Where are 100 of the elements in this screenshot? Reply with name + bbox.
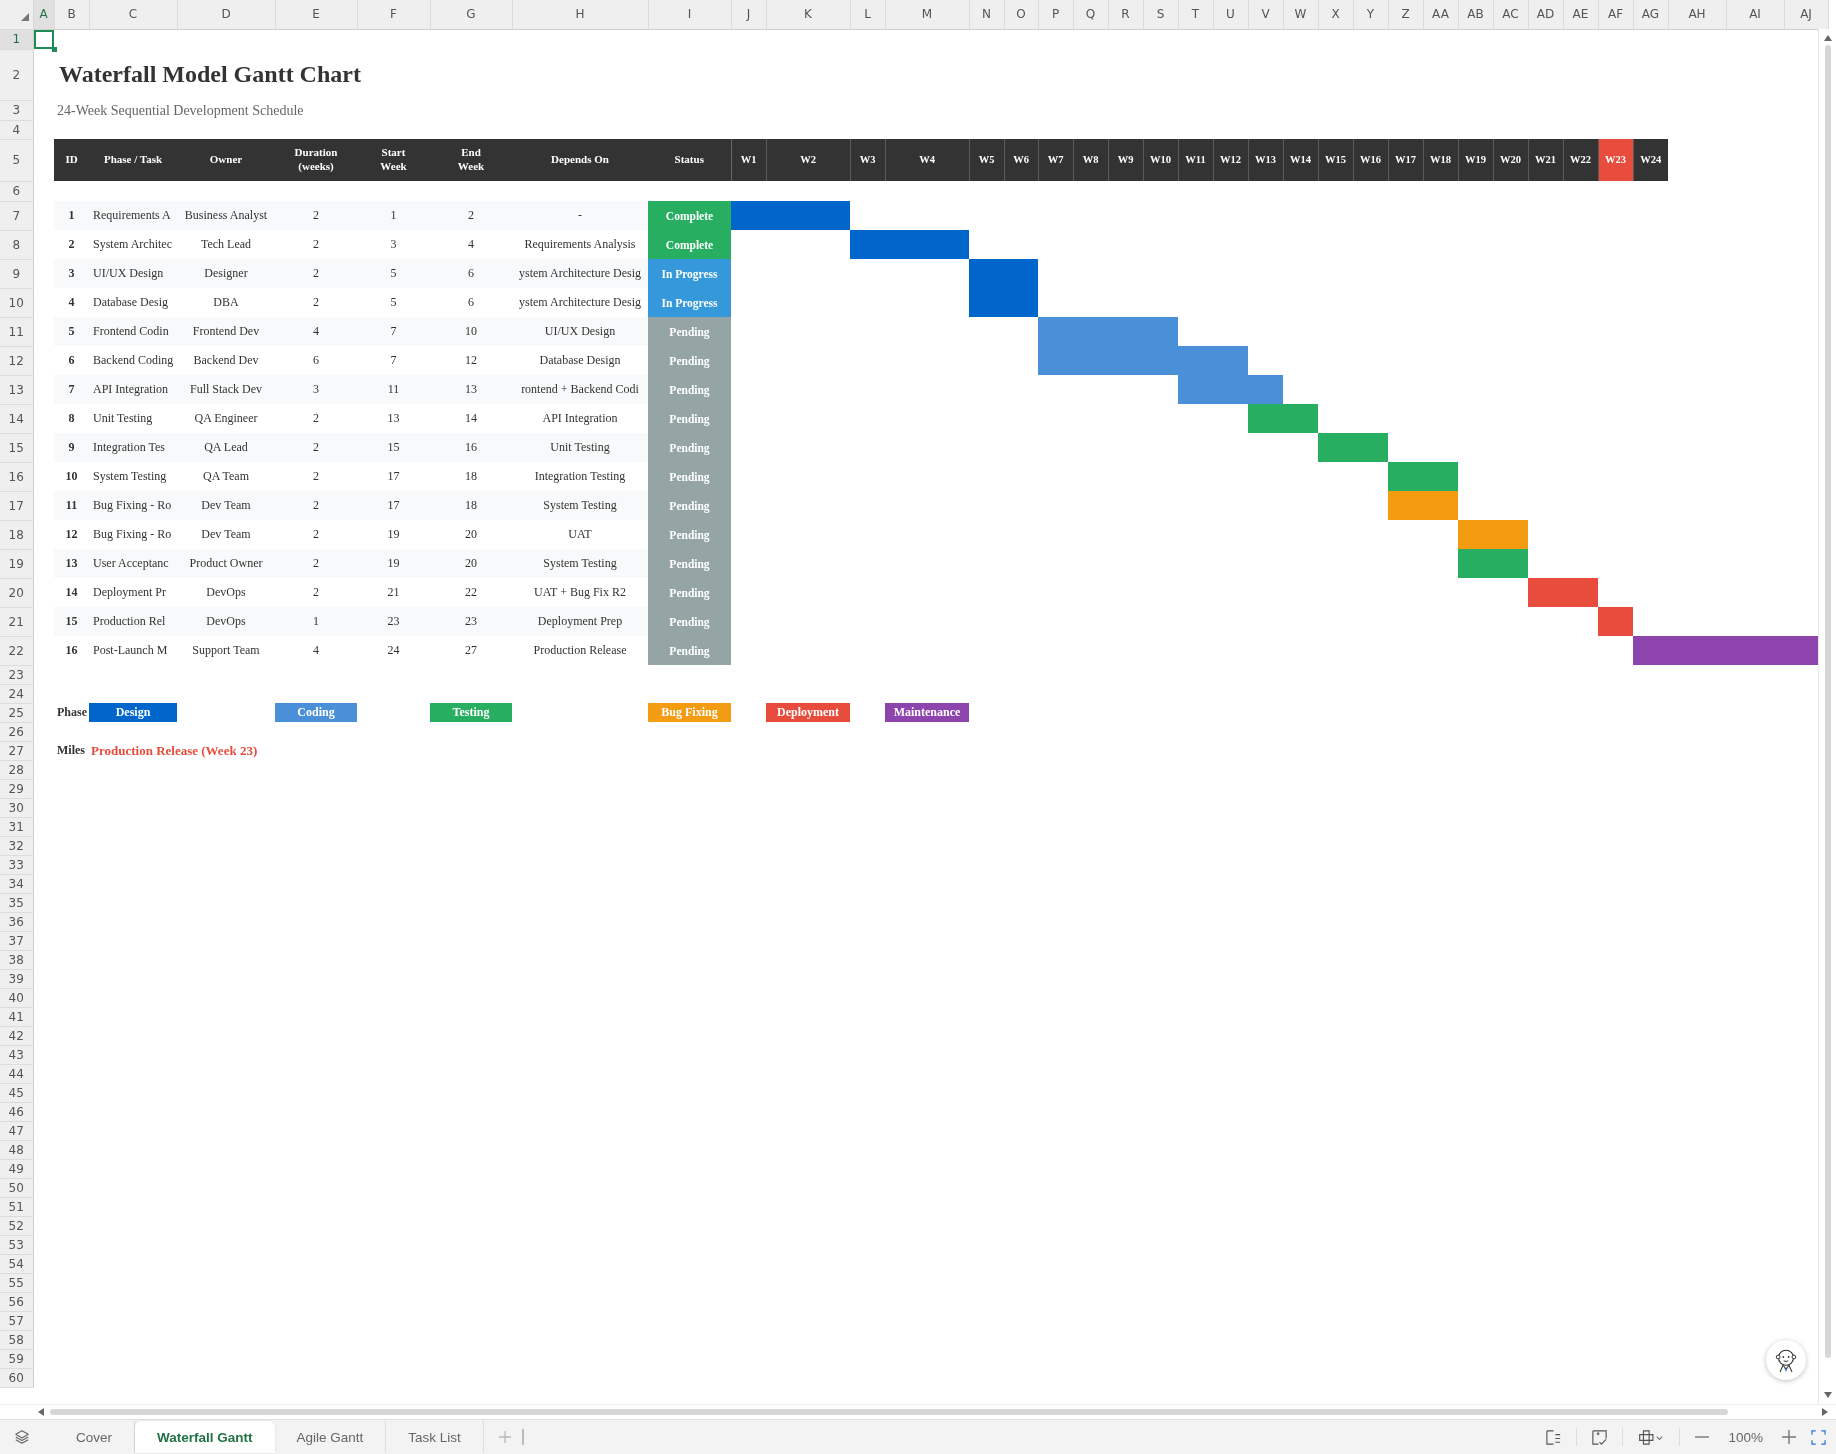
column-header[interactable]: AH — [1668, 0, 1726, 29]
column-header[interactable]: D — [177, 0, 275, 29]
column-header[interactable]: N — [969, 0, 1004, 29]
column-header[interactable]: F — [357, 0, 430, 29]
column-header[interactable]: O — [1004, 0, 1038, 29]
scroll-left-icon[interactable] — [38, 1408, 44, 1416]
table-cell: 3 — [357, 230, 430, 259]
column-header[interactable]: AJ — [1784, 0, 1828, 29]
row-number[interactable]: 19 — [0, 549, 33, 578]
column-header[interactable]: AC — [1493, 0, 1528, 29]
scroll-up-icon[interactable] — [1823, 35, 1832, 41]
sheet-tab[interactable]: Agile Gantt — [274, 1421, 387, 1453]
status-cell: Pending — [648, 375, 731, 404]
row-number[interactable]: 12 — [0, 346, 33, 375]
column-header[interactable]: AD — [1528, 0, 1563, 29]
column-header[interactable]: P — [1038, 0, 1073, 29]
table-cell: 2 — [275, 433, 357, 462]
row-number[interactable]: 8 — [0, 230, 33, 259]
table-cell: Bug Fixing - Ro — [89, 520, 177, 549]
zoom-in-icon[interactable] — [1781, 1429, 1797, 1445]
column-header[interactable]: G — [430, 0, 512, 29]
row-number[interactable]: 14 — [0, 404, 33, 433]
column-header[interactable]: AG — [1633, 0, 1668, 29]
table-cell: 13 — [430, 375, 512, 404]
column-header[interactable]: AE — [1563, 0, 1598, 29]
sheet-title: Waterfall Model Gantt Chart — [59, 61, 361, 87]
column-header[interactable]: AI — [1726, 0, 1784, 29]
outline-view-icon[interactable] — [1545, 1428, 1563, 1446]
legend-item: Deployment — [766, 703, 850, 722]
row-number[interactable]: 13 — [0, 375, 33, 404]
column-header[interactable]: A — [33, 0, 54, 29]
row-number[interactable]: 11 — [0, 317, 33, 346]
layers-icon[interactable] — [14, 1429, 30, 1445]
column-header[interactable]: X — [1318, 0, 1353, 29]
row-number[interactable]: 7 — [0, 201, 33, 230]
table-cell: System Testing — [89, 462, 177, 491]
status-cell: In Progress — [648, 288, 731, 317]
table-cell: 2 — [54, 230, 89, 259]
table-cell: rontend + Backend Codi — [512, 375, 648, 404]
sheet-tab[interactable]: Task List — [386, 1421, 484, 1453]
column-header[interactable]: L — [850, 0, 885, 29]
select-all-icon[interactable] — [20, 12, 29, 21]
column-header[interactable]: T — [1178, 0, 1213, 29]
column-header[interactable]: K — [766, 0, 850, 29]
row-number[interactable]: 18 — [0, 520, 33, 549]
column-header[interactable]: Z — [1388, 0, 1423, 29]
column-header[interactable]: W — [1283, 0, 1318, 29]
fullscreen-icon[interactable] — [1811, 1429, 1826, 1445]
column-header[interactable]: I — [648, 0, 731, 29]
row-number[interactable]: 10 — [0, 288, 33, 317]
column-header[interactable]: M — [885, 0, 969, 29]
scroll-right-icon[interactable] — [1822, 1408, 1828, 1416]
column-header[interactable]: V — [1248, 0, 1283, 29]
legend-label: Phase — [57, 705, 87, 719]
row-number[interactable]: 22 — [0, 636, 33, 665]
table-header-cell: Phase / Task — [89, 139, 177, 181]
column-header[interactable]: Q — [1073, 0, 1108, 29]
row-number[interactable]: 1 — [0, 29, 33, 49]
row-number[interactable]: 17 — [0, 491, 33, 520]
table-cell: Deployment Pr — [89, 578, 177, 607]
column-header[interactable]: E — [275, 0, 357, 29]
table-cell: 23 — [357, 607, 430, 636]
row-number[interactable]: 6 — [0, 181, 33, 201]
row-number[interactable]: 16 — [0, 462, 33, 491]
column-header[interactable]: B — [54, 0, 89, 29]
review-check-icon[interactable] — [1591, 1428, 1609, 1446]
row-number[interactable]: 20 — [0, 578, 33, 607]
scroll-down-icon[interactable] — [1823, 1392, 1832, 1398]
column-header[interactable]: C — [89, 0, 177, 29]
active-cell[interactable] — [33, 29, 54, 49]
table-cell: 5 — [357, 288, 430, 317]
status-cell: Pending — [648, 607, 731, 636]
table-cell: API Integration — [512, 404, 648, 433]
table-cell: 20 — [430, 520, 512, 549]
row-number[interactable]: 3 — [0, 100, 33, 120]
row-number[interactable]: 9 — [0, 259, 33, 288]
column-header[interactable]: S — [1143, 0, 1178, 29]
assistant-avatar-icon[interactable] — [1766, 1340, 1806, 1380]
table-cell: 11 — [357, 375, 430, 404]
table-cell: 12 — [430, 346, 512, 375]
row-number[interactable]: 5 — [0, 139, 33, 181]
table-cell: UAT — [512, 520, 648, 549]
table-cell: 1 — [54, 201, 89, 230]
table-cell: DBA — [177, 288, 275, 317]
table-cell: 5 — [54, 317, 89, 346]
column-header[interactable]: AF — [1598, 0, 1633, 29]
column-header[interactable]: U — [1213, 0, 1248, 29]
column-header[interactable]: AB — [1458, 0, 1493, 29]
row-number[interactable]: 2 — [0, 49, 33, 100]
column-header[interactable]: J — [731, 0, 766, 29]
table-cell: UI/UX Design — [89, 259, 177, 288]
column-header[interactable]: AA — [1423, 0, 1458, 29]
column-header[interactable]: H — [512, 0, 648, 29]
zoom-level[interactable]: 100% — [1728, 1429, 1763, 1445]
column-header[interactable]: Y — [1353, 0, 1388, 29]
week-header: W20 — [1493, 139, 1528, 181]
row-number[interactable]: 21 — [0, 607, 33, 636]
column-header[interactable]: R — [1108, 0, 1143, 29]
sheet-tab[interactable]: Waterfall Gantt — [135, 1421, 275, 1453]
row-number[interactable]: 15 — [0, 433, 33, 462]
